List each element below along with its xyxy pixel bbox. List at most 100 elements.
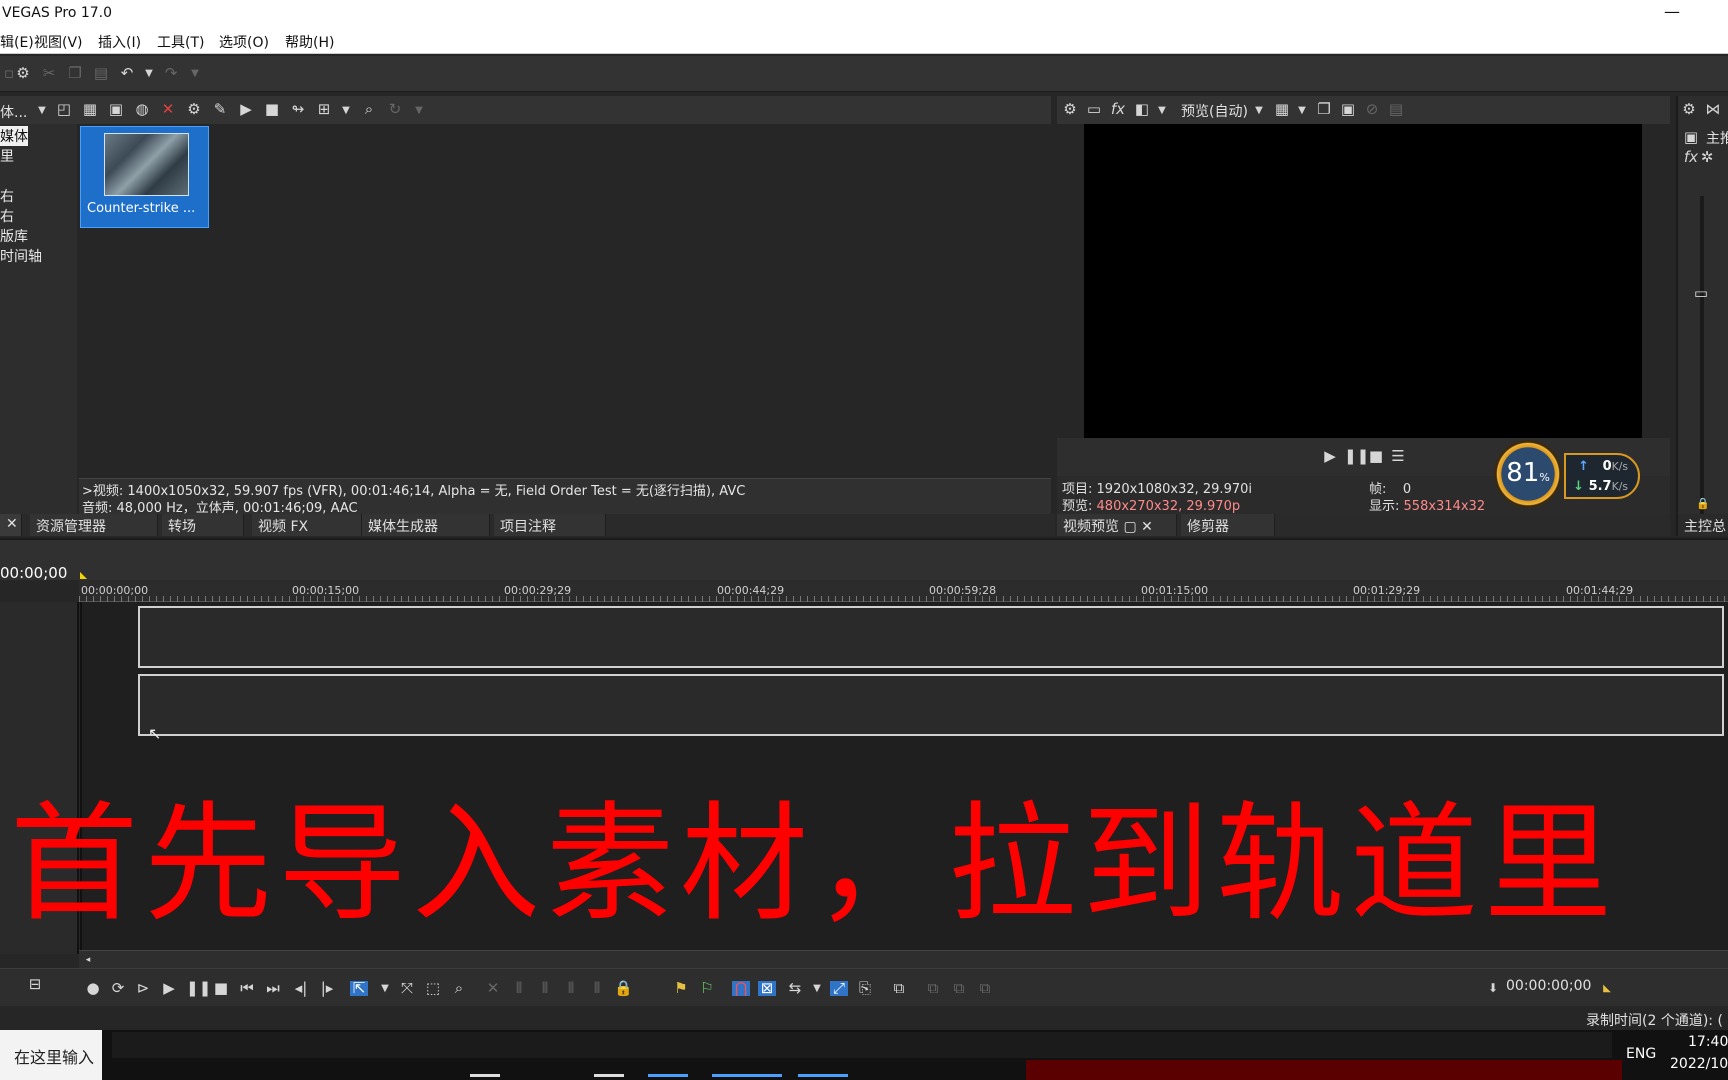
edit-icon[interactable]: ⧉	[924, 981, 942, 996]
split-screen-icon[interactable]: ◧	[1133, 102, 1151, 117]
link-icon[interactable]: ⊘	[1363, 102, 1381, 117]
chevron-down-icon[interactable]: ▼	[410, 103, 428, 118]
dynamic-ram-preview-icon[interactable]: ⧉	[890, 981, 908, 996]
layout-icon[interactable]: ▤	[1387, 102, 1405, 117]
trim-start-icon[interactable]: ⫴	[510, 981, 528, 996]
fx-icon[interactable]: fx	[1109, 102, 1127, 117]
chevron-down-icon[interactable]: ▼	[376, 981, 394, 996]
tab-transitions[interactable]: 转场	[162, 514, 244, 536]
chevron-down-icon[interactable]: ▼	[1153, 103, 1171, 118]
tab-media-generators[interactable]: 媒体生成器	[362, 514, 490, 536]
selection-tool-icon[interactable]: ⬚	[424, 981, 442, 996]
timeline-scrollbar[interactable]: ◂	[79, 950, 1728, 968]
taskbar-search-input[interactable]: 在这里输入	[0, 1030, 102, 1080]
settings-icon[interactable]: ✲	[1698, 150, 1716, 165]
tree-item[interactable]: 时间轴	[0, 246, 42, 266]
lock-envelopes-icon[interactable]: ⤢	[830, 981, 848, 996]
refresh-icon[interactable]: ◍	[133, 102, 151, 117]
chevron-down-icon[interactable]: ▼	[140, 66, 158, 81]
menu-options[interactable]: 选项(O)	[219, 32, 269, 52]
zoom-tool-icon[interactable]: ⌕	[450, 981, 468, 996]
tree-item[interactable]: 版库	[0, 226, 28, 246]
copy-icon[interactable]: ❐	[66, 66, 84, 81]
gear-icon[interactable]: ⚙	[1061, 102, 1079, 117]
play-icon[interactable]: ▶	[160, 981, 178, 996]
chevron-down-icon[interactable]: ▼	[186, 66, 204, 81]
properties-icon[interactable]: ✎	[211, 102, 229, 117]
normal-edit-tool-icon[interactable]: ⇱	[350, 981, 368, 996]
menu-view[interactable]: 视图(V)	[34, 32, 83, 52]
menu-help[interactable]: 帮助(H)	[285, 32, 334, 52]
stop-icon[interactable]: ■	[1367, 449, 1385, 464]
next-frame-icon[interactable]: |▸	[318, 981, 336, 996]
media-list[interactable]	[79, 124, 1051, 478]
tab-project-notes[interactable]: 项目注释	[494, 514, 606, 536]
paste-icon[interactable]: ▤	[92, 66, 110, 81]
redo-icon[interactable]: ↷	[162, 66, 180, 81]
play-icon[interactable]: ▶	[1321, 449, 1339, 464]
track-drop-target-audio[interactable]	[138, 674, 1724, 736]
menu-insert[interactable]: 插入(I)	[98, 32, 141, 52]
gear-icon[interactable]: ⚙	[185, 102, 203, 117]
view-icon[interactable]: ▦	[81, 102, 99, 117]
delete-icon[interactable]: ✕	[484, 981, 502, 996]
region-icon[interactable]: ⚐	[698, 981, 716, 996]
go-to-start-icon[interactable]: ⏮	[238, 981, 256, 996]
ripple-edit-icon[interactable]: ⇆	[786, 981, 804, 996]
chevron-down-icon[interactable]: ▼	[33, 103, 51, 118]
edit-icon[interactable]: ⧉	[950, 981, 968, 996]
split-icon[interactable]: ⫴	[588, 981, 606, 996]
trim-icon[interactable]: ⫴	[536, 981, 554, 996]
sync-icon[interactable]: ↻	[386, 102, 404, 117]
menu-tools[interactable]: 工具(T)	[157, 32, 204, 52]
edit-icon[interactable]: ⧉	[976, 981, 994, 996]
pause-icon[interactable]: ❚❚	[186, 981, 211, 996]
filter-icon[interactable]: ▣	[107, 102, 125, 117]
stop-icon[interactable]: ■	[263, 102, 281, 117]
record-icon[interactable]: ●	[84, 981, 102, 996]
grid-view-icon[interactable]: ⊞	[315, 102, 333, 117]
auto-crossfade-icon[interactable]: ⊠	[758, 981, 776, 996]
scroll-left-icon[interactable]: ◂	[79, 953, 97, 968]
save-snapshot-icon[interactable]: ▣	[1339, 102, 1357, 117]
tree-item[interactable]: 右	[0, 186, 14, 206]
tab-explorer[interactable]: 资源管理器	[30, 514, 158, 536]
external-monitor-icon[interactable]: ▭	[1085, 102, 1103, 117]
loop-icon[interactable]: ⟳	[109, 981, 127, 996]
up-folder-icon[interactable]: ◰	[55, 102, 73, 117]
cut-icon[interactable]: ✂	[40, 66, 58, 81]
explorer-location-dropdown[interactable]: 体...	[0, 102, 27, 122]
zoom-icon[interactable]: ⊟	[26, 977, 44, 992]
chevron-down-icon[interactable]: ▼	[1250, 103, 1268, 118]
ignore-grouping-icon[interactable]: ⎘	[856, 981, 874, 996]
chevron-down-icon[interactable]: ▼	[1293, 103, 1311, 118]
tree-item[interactable]: 媒体	[0, 126, 28, 146]
overlays-icon[interactable]: ▦	[1273, 102, 1291, 117]
close-icon[interactable]: ✕	[0, 514, 22, 536]
network-meter-widget[interactable]: 81% ↑ 0K/s ↓ 5.7K/s	[1494, 440, 1644, 510]
chevron-down-icon[interactable]: ▼	[337, 103, 355, 118]
play-from-start-icon[interactable]: ⊳	[134, 981, 152, 996]
tab-video-fx[interactable]: 视频 FX	[252, 514, 362, 536]
transport-time[interactable]: 00:00:00;00	[1506, 978, 1591, 994]
language-indicator[interactable]: ENG	[1626, 1046, 1656, 1062]
chevron-down-icon[interactable]: ▼	[808, 981, 826, 996]
minimize-button[interactable]: —	[1664, 2, 1680, 21]
snapping-icon[interactable]: ⋂	[732, 981, 750, 996]
loop-end-icon[interactable]: ◣	[1598, 981, 1616, 996]
clock-date[interactable]: 2022/10	[1670, 1056, 1728, 1072]
pause-icon[interactable]: ❚❚	[1344, 449, 1369, 464]
tree-item[interactable]: 里	[0, 146, 14, 166]
menu-edit[interactable]: 辑(E)	[0, 32, 34, 52]
search-icon[interactable]: ⌕	[360, 102, 378, 117]
go-to-end-icon[interactable]: ⏭	[264, 981, 282, 996]
marker-icon[interactable]: ⚑	[672, 981, 690, 996]
checkbox-icon[interactable]: ▣	[1682, 130, 1700, 145]
gear-icon[interactable]: ⚙	[1680, 102, 1698, 117]
menu-icon[interactable]: ☰	[1389, 449, 1407, 464]
envelope-tool-icon[interactable]: ⤧	[398, 981, 416, 996]
undo-icon[interactable]: ↶	[118, 66, 136, 81]
gear-icon[interactable]: ⚙	[14, 66, 32, 81]
tab-video-preview[interactable]: 视频预览 ▢ ✕	[1057, 514, 1177, 536]
prev-frame-icon[interactable]: ◂|	[292, 981, 310, 996]
